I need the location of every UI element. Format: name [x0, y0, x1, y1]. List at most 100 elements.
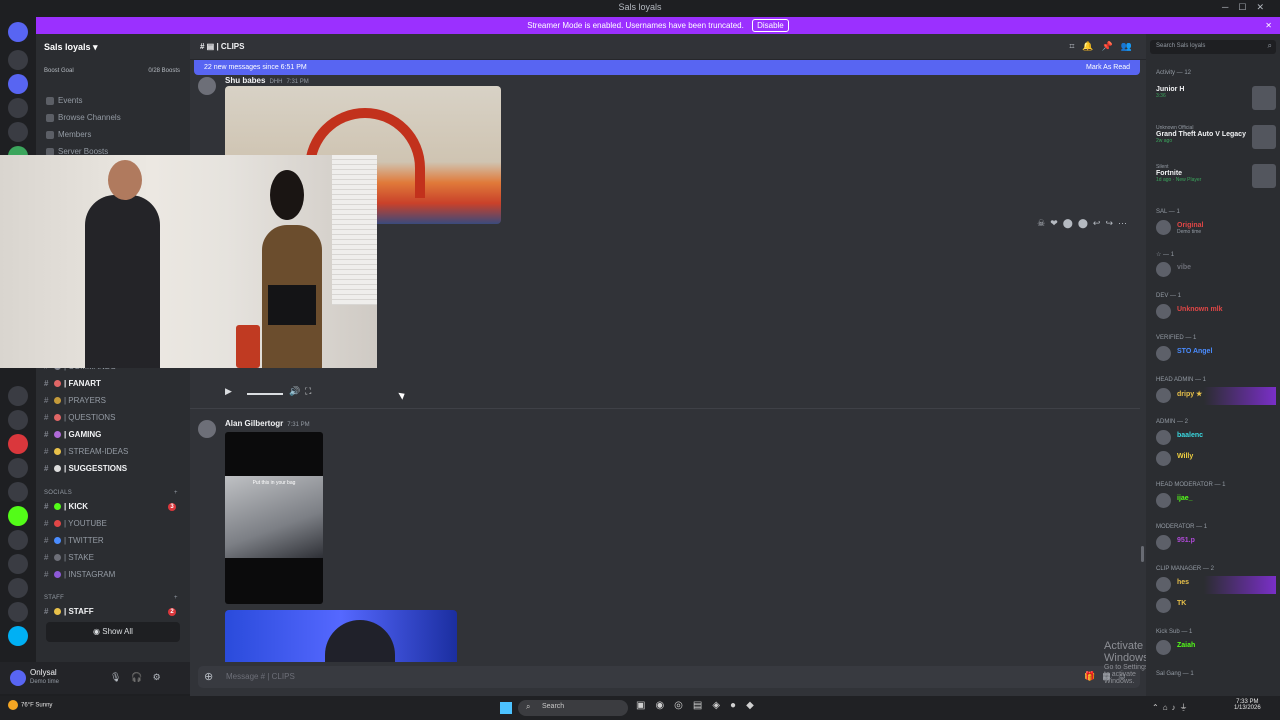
volume-icon[interactable]: 🔊 [289, 386, 300, 397]
nav-browse-channels[interactable]: Browse Channels [46, 113, 121, 122]
message-composer[interactable]: ⊕ Message # | CLIPS 🎁▦☺ [198, 666, 1140, 688]
eye-icon: ◉ [93, 627, 101, 636]
fullscreen-icon[interactable]: ⛶ [305, 386, 311, 397]
member-name: Willy [1177, 453, 1194, 460]
member-name: TK [1177, 600, 1187, 607]
play-icon[interactable]: ▶ [225, 386, 232, 396]
channel-item[interactable]: # | STREAM-IDEAS [44, 445, 184, 459]
server-icon[interactable] [8, 578, 28, 598]
disable-button[interactable]: Disable [752, 19, 789, 32]
channel-item[interactable]: # | FANART [44, 377, 184, 391]
server-icon[interactable] [8, 74, 28, 94]
server-icon[interactable] [8, 98, 28, 118]
member-item[interactable]: STO Angel [1156, 345, 1276, 363]
member-item[interactable]: dripy ★ [1156, 387, 1276, 405]
avatar[interactable] [198, 420, 216, 438]
message-author[interactable]: Shu babes DHH 7:31 PM [225, 76, 309, 85]
member-item[interactable]: Zaiah [1156, 639, 1276, 657]
channel-emoji-icon [54, 520, 61, 528]
server-icon[interactable] [8, 530, 28, 550]
channel-title: # ▤ | CLIPS [200, 42, 245, 51]
clip-image[interactable] [225, 610, 457, 662]
add-attachment-icon[interactable]: ⊕ [204, 670, 213, 683]
avatar [1156, 598, 1171, 613]
member-item[interactable]: hes [1156, 576, 1276, 594]
clip-video[interactable]: Put this in your bag [225, 432, 323, 604]
role-header: ADMIN — 2 [1156, 419, 1189, 425]
server-icon[interactable] [8, 410, 28, 430]
avatar [1156, 493, 1171, 508]
voice-controls[interactable]: 🎙🎧⚙ [110, 672, 171, 683]
member-item[interactable]: Willy [1156, 450, 1276, 468]
nav-events[interactable]: Events [46, 96, 82, 105]
message-author[interactable]: Alan Gilbertogr 7:31 PM [225, 419, 310, 428]
role-header: CLIP MANAGER — 2 [1156, 566, 1214, 572]
mark-as-read-button[interactable]: Mark As Read [1086, 60, 1130, 75]
server-icon[interactable] [8, 626, 28, 646]
taskbar: 76°F Sunny ⌕ Search ▣◉◎▤◈●◆ ⌃⌂♪⏚ 7:33 PM 1… [0, 696, 1280, 720]
activity-item[interactable]: Junior H 3:36 [1156, 86, 1276, 120]
message-input[interactable]: Message # | CLIPS [226, 672, 295, 681]
server-icon[interactable] [8, 482, 28, 502]
channel-emoji-icon [54, 397, 61, 405]
activity-item[interactable]: Silent Fortnite 1d ago · New Player [1156, 164, 1276, 198]
channel-item[interactable]: # | TWITTER [44, 534, 184, 548]
search-input[interactable]: Search Sals loyals ⌕ [1150, 40, 1276, 54]
channel-item[interactable]: # | KICK 3 [44, 500, 184, 514]
weather-widget[interactable]: 76°F Sunny [8, 700, 52, 710]
member-item[interactable]: TK [1156, 597, 1276, 615]
avatar[interactable] [10, 670, 26, 686]
header-tools[interactable]: ⌗🔔📌👥 [1069, 41, 1140, 52]
channel-item[interactable]: # | PRAYERS [44, 394, 184, 408]
sun-icon [8, 700, 18, 710]
taskbar-search[interactable]: ⌕ Search [518, 700, 628, 716]
category-staff[interactable]: STAFF + [44, 595, 178, 601]
nav-members[interactable]: Members [46, 130, 91, 139]
message-actions[interactable]: ☠❤⬤⬤↩↪⋯ [1037, 218, 1132, 229]
window-controls[interactable]: ─☐✕ [1222, 2, 1274, 13]
server-icon[interactable] [8, 554, 28, 574]
category-socials[interactable]: SOCIALS + [44, 490, 178, 496]
start-button[interactable] [500, 702, 512, 714]
server-icon[interactable] [8, 434, 28, 454]
boost-goal[interactable]: Boost Goal 0/28 Boosts [36, 66, 190, 80]
server-icon[interactable] [8, 50, 28, 70]
channel-emoji-icon [54, 431, 61, 439]
server-icon[interactable] [8, 506, 28, 526]
server-icon[interactable] [8, 22, 28, 42]
channel-item[interactable]: # | GAMING [44, 428, 184, 442]
new-messages-bar[interactable]: 22 new messages since 6:51 PM Mark As Re… [194, 60, 1140, 75]
channel-item[interactable]: # | SUGGESTIONS [44, 462, 184, 476]
server-icon[interactable] [8, 122, 28, 142]
banner-text: Streamer Mode is enabled. Usernames have… [527, 21, 744, 30]
avatar [1156, 346, 1171, 361]
video-player-controls[interactable]: ▶ 🔊 ⛶ [225, 386, 325, 402]
taskbar-apps[interactable]: ▣◉◎▤◈●◆ [636, 700, 764, 711]
channel-item[interactable]: # | STAKE [44, 551, 184, 565]
member-item[interactable]: vibe [1156, 261, 1276, 279]
clock[interactable]: 7:33 PM 1/13/2026 [1234, 699, 1261, 711]
system-tray[interactable]: ⌃⌂♪⏚ [1152, 702, 1192, 713]
close-icon[interactable]: ✕ [1265, 17, 1272, 34]
member-item[interactable]: Original Demo time [1156, 219, 1276, 237]
member-item[interactable]: ijae_ [1156, 492, 1276, 510]
server-icon[interactable] [8, 458, 28, 478]
show-all-button[interactable]: ◉ Show All [46, 622, 180, 642]
channel-item[interactable]: # | STAFF 2 [44, 605, 184, 619]
channel-label: | PRAYERS [64, 396, 106, 405]
channel-item[interactable]: # | INSTAGRAM [44, 568, 184, 582]
channel-item[interactable]: # | QUESTIONS [44, 411, 184, 425]
member-item[interactable]: Unknown mlk [1156, 303, 1276, 321]
server-icon[interactable] [8, 386, 28, 406]
scrollbar[interactable] [1141, 546, 1144, 562]
volume-slider[interactable] [247, 393, 283, 395]
activity-item[interactable]: Unknown Official Grand Theft Auto V Legac… [1156, 125, 1276, 159]
member-item[interactable]: baalenc [1156, 429, 1276, 447]
window-titlebar: Sals loyals ─☐✕ [0, 0, 1280, 16]
boost-goal-label: Boost Goal [44, 68, 74, 74]
avatar[interactable] [198, 77, 216, 95]
channel-item[interactable]: # | YOUTUBE [44, 517, 184, 531]
member-item[interactable]: 951.p [1156, 534, 1276, 552]
server-icon[interactable] [8, 602, 28, 622]
server-name[interactable]: Sals loyals ▾ [44, 42, 98, 53]
